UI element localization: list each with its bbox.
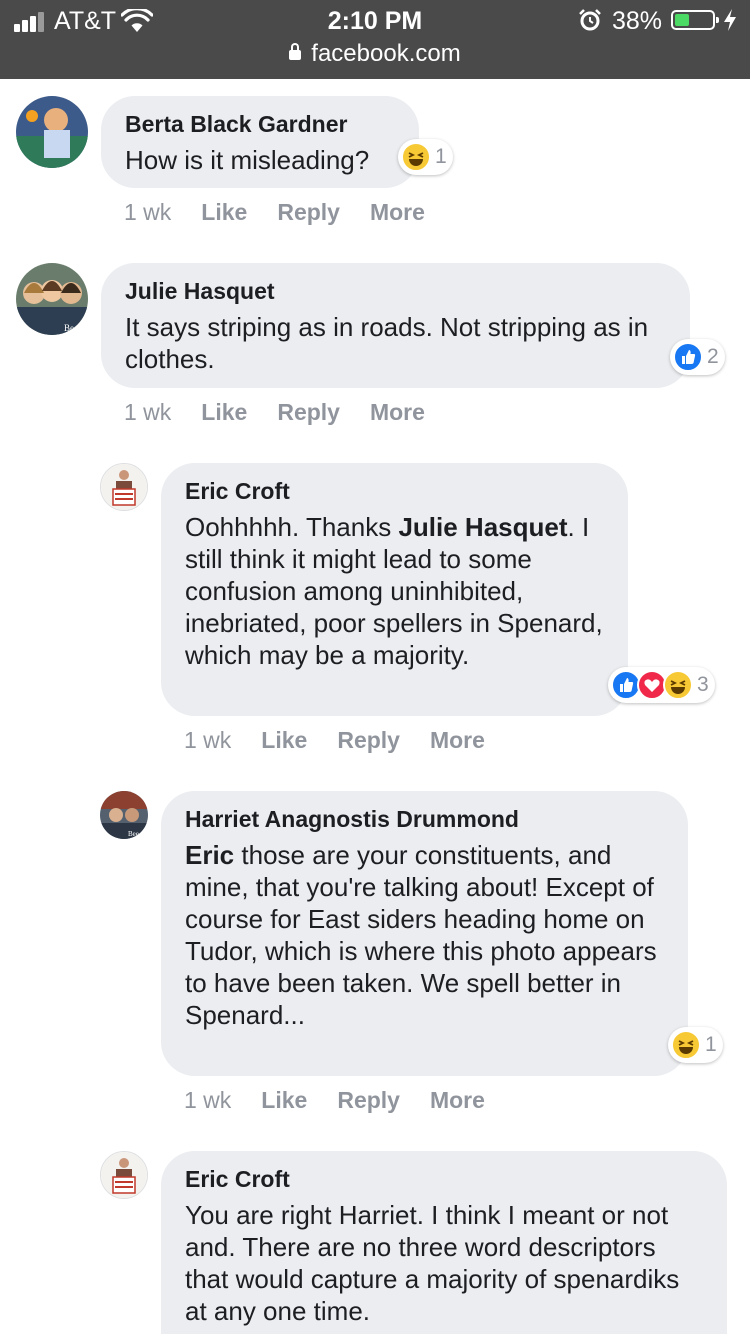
mention-link[interactable]: Julie Hasquet xyxy=(398,512,567,542)
comment-author[interactable]: Julie Hasquet xyxy=(125,274,666,308)
comment-text: Oohhhhh. Thanks Julie Hasquet. I still t… xyxy=(185,511,604,671)
battery-percent: 38% xyxy=(612,7,663,35)
avatar[interactable]: Bee xyxy=(100,791,148,839)
comment-text: Eric those are your constituents, and mi… xyxy=(185,839,664,1031)
comment-text: How is it misleading? xyxy=(125,145,370,175)
more-button[interactable]: More xyxy=(370,199,425,226)
reaction-summary[interactable]: 2 xyxy=(670,339,725,375)
comment-author[interactable]: Eric Croft xyxy=(185,474,604,508)
battery-icon xyxy=(671,10,719,30)
haha-reaction-icon xyxy=(663,670,693,700)
reaction-count: 3 xyxy=(697,673,709,696)
avatar[interactable] xyxy=(100,463,148,511)
reply-button[interactable]: Reply xyxy=(277,199,340,226)
more-button[interactable]: More xyxy=(430,1087,485,1114)
avatar[interactable] xyxy=(16,96,88,168)
alarm-icon xyxy=(579,9,601,31)
comment-text-body: those are your constituents, and mine, t… xyxy=(185,840,657,1030)
comment-timestamp[interactable]: 1 wk xyxy=(184,727,231,754)
comment-timestamp[interactable]: 1 wk xyxy=(124,199,171,226)
battery-fill xyxy=(675,14,689,26)
comment-bubble: Harriet Anagnostis Drummond Eric those a… xyxy=(161,791,688,1076)
status-bar: AT&T 2:10 PM 38% facebook.com xyxy=(0,0,750,79)
comment-actions: 1 wk Like Reply More xyxy=(124,399,425,426)
comment-text-lead: Oohhhhh. Thanks xyxy=(185,512,399,542)
comment-bubble: Julie Hasquet It says striping as in roa… xyxy=(101,263,690,388)
reply-button[interactable]: Reply xyxy=(277,399,340,426)
comment-actions: 1 wk Like Reply More xyxy=(124,199,425,226)
comment-bubble: Eric Croft You are right Harriet. I thin… xyxy=(161,1151,727,1334)
like-button[interactable]: Like xyxy=(261,727,307,754)
comment-timestamp[interactable]: 1 wk xyxy=(124,399,171,426)
reply-button[interactable]: Reply xyxy=(337,1087,400,1114)
reaction-count: 2 xyxy=(707,345,719,368)
comment-author[interactable]: Eric Croft xyxy=(185,1162,703,1196)
avatar[interactable]: Bee xyxy=(16,263,88,335)
like-button[interactable]: Like xyxy=(201,399,247,426)
comment-author[interactable]: Berta Black Gardner xyxy=(125,107,395,141)
reaction-count: 1 xyxy=(435,145,447,168)
comment-text: You are right Harriet. I think I meant o… xyxy=(185,1200,680,1326)
comment-bubble: Berta Black Gardner How is it misleading… xyxy=(101,96,419,188)
comment-text: It says striping as in roads. Not stripp… xyxy=(125,312,649,374)
reaction-summary[interactable]: 3 xyxy=(608,667,715,703)
comment-actions: 1 wk Like Reply More xyxy=(184,727,485,754)
charging-bolt-icon xyxy=(724,9,736,31)
url-bar[interactable]: facebook.com xyxy=(0,40,750,68)
more-button[interactable]: More xyxy=(430,727,485,754)
lock-icon xyxy=(289,43,302,60)
svg-text:Bee: Bee xyxy=(64,323,78,333)
reaction-summary[interactable]: 1 xyxy=(668,1027,723,1063)
svg-text:Bee: Bee xyxy=(128,830,139,838)
haha-reaction-icon xyxy=(671,1030,701,1060)
comment-author[interactable]: Harriet Anagnostis Drummond xyxy=(185,802,664,836)
more-button[interactable]: More xyxy=(370,399,425,426)
url-text: facebook.com xyxy=(311,40,461,67)
reply-button[interactable]: Reply xyxy=(337,727,400,754)
like-button[interactable]: Like xyxy=(201,199,247,226)
reaction-count: 1 xyxy=(705,1033,717,1056)
comment-timestamp[interactable]: 1 wk xyxy=(184,1087,231,1114)
avatar[interactable] xyxy=(100,1151,148,1199)
haha-reaction-icon xyxy=(401,142,431,172)
reaction-summary[interactable]: 1 xyxy=(398,139,453,175)
mention-link[interactable]: Eric xyxy=(185,840,234,870)
like-reaction-icon xyxy=(673,342,703,372)
like-button[interactable]: Like xyxy=(261,1087,307,1114)
comment-bubble: Eric Croft Oohhhhh. Thanks Julie Hasquet… xyxy=(161,463,628,716)
comment-actions: 1 wk Like Reply More xyxy=(184,1087,485,1114)
